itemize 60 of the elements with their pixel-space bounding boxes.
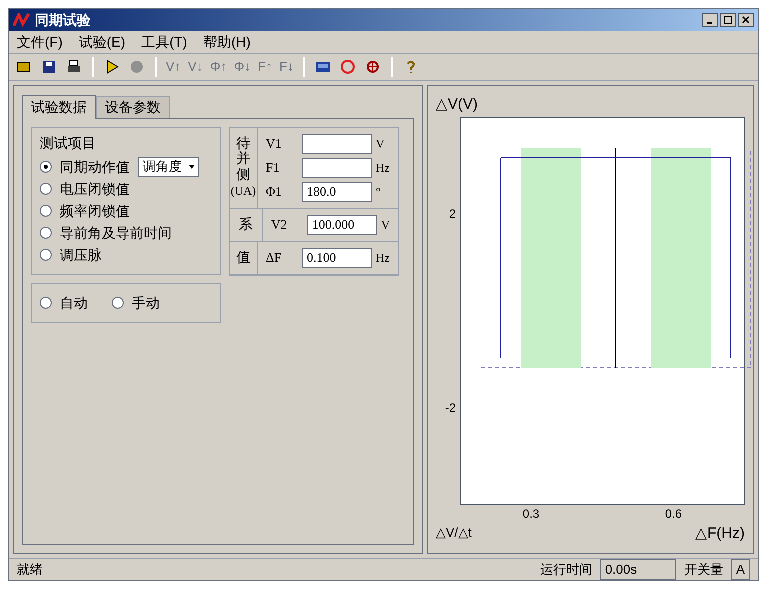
radio-button[interactable] [40,205,52,217]
dropdown[interactable]: 调角度 [138,157,199,177]
tab[interactable]: 设备参数 [96,96,170,118]
close-icon [742,16,750,24]
side-label: 系 [239,217,254,233]
radio-label: 手动 [132,294,160,312]
input-field[interactable]: 100.000 [307,215,378,235]
input-field[interactable]: 0.100 [302,248,372,268]
tick-label: 0.6 [665,506,682,522]
minimize-button[interactable] [702,13,718,27]
radio-button[interactable] [40,161,52,173]
maximize-icon [724,16,732,24]
input-field[interactable] [302,158,372,178]
side-sub-label: (UA) [230,183,256,200]
axis-title: △F(Hz) [696,524,745,544]
status-field: A [731,558,750,580]
unit-label: V [376,136,385,153]
axis-title: △V(V) [436,95,479,115]
tick-label: 0.3 [522,506,540,522]
side-label: 值 [236,250,250,266]
radio-button[interactable] [40,297,52,309]
radio-label: 调压脉 [60,246,102,264]
field-label: F1 [266,159,281,178]
menu-item[interactable]: 工具(T) [142,32,188,52]
status-message: 就绪 [17,560,44,579]
maximize-button[interactable] [720,13,736,27]
radio-button[interactable] [112,297,124,309]
menu-item[interactable]: 帮助(H) [203,32,251,52]
radio-button[interactable] [40,249,52,261]
radio-button[interactable] [40,183,52,195]
close-button[interactable] [738,13,754,27]
radio-label: 电压闭锁值 [60,180,130,198]
radio-label: 自动 [60,294,88,312]
window-title: 同期试验 [35,10,91,30]
group-title: 测试项目 [40,135,96,151]
field-label: V2 [271,216,288,234]
radio-button[interactable] [40,227,52,239]
tick-label: 2 [449,206,456,222]
unit-label: V [381,217,390,234]
input-field[interactable]: 180.0 [302,182,372,202]
status-label: 开关量 [684,560,724,579]
unit-label: Hz [376,160,390,177]
tab[interactable]: 试验数据 [22,95,96,119]
unit-label: ° [376,184,381,201]
radio-label: 频率闭锁值 [60,202,130,220]
radio-label: 导前角及导前时间 [60,224,172,242]
field-label: ΔF [266,249,283,268]
tick-label: -2 [445,400,456,416]
input-field[interactable] [302,134,372,154]
menu-item[interactable]: 试验(E) [78,32,126,52]
status-label: 运行时间 [540,560,592,579]
field-label: V1 [266,135,283,154]
legend-label: △V/△t [436,524,472,542]
field-label: Φ1 [266,183,284,202]
radio-label: 同期动作值 [60,158,130,176]
zigzag-logo-icon [13,13,31,27]
unit-label: Hz [376,250,390,267]
side-label: 待并侧 [236,136,250,182]
status-field: 0.00s [600,558,676,580]
menu-item[interactable]: 文件(F) [17,32,63,52]
